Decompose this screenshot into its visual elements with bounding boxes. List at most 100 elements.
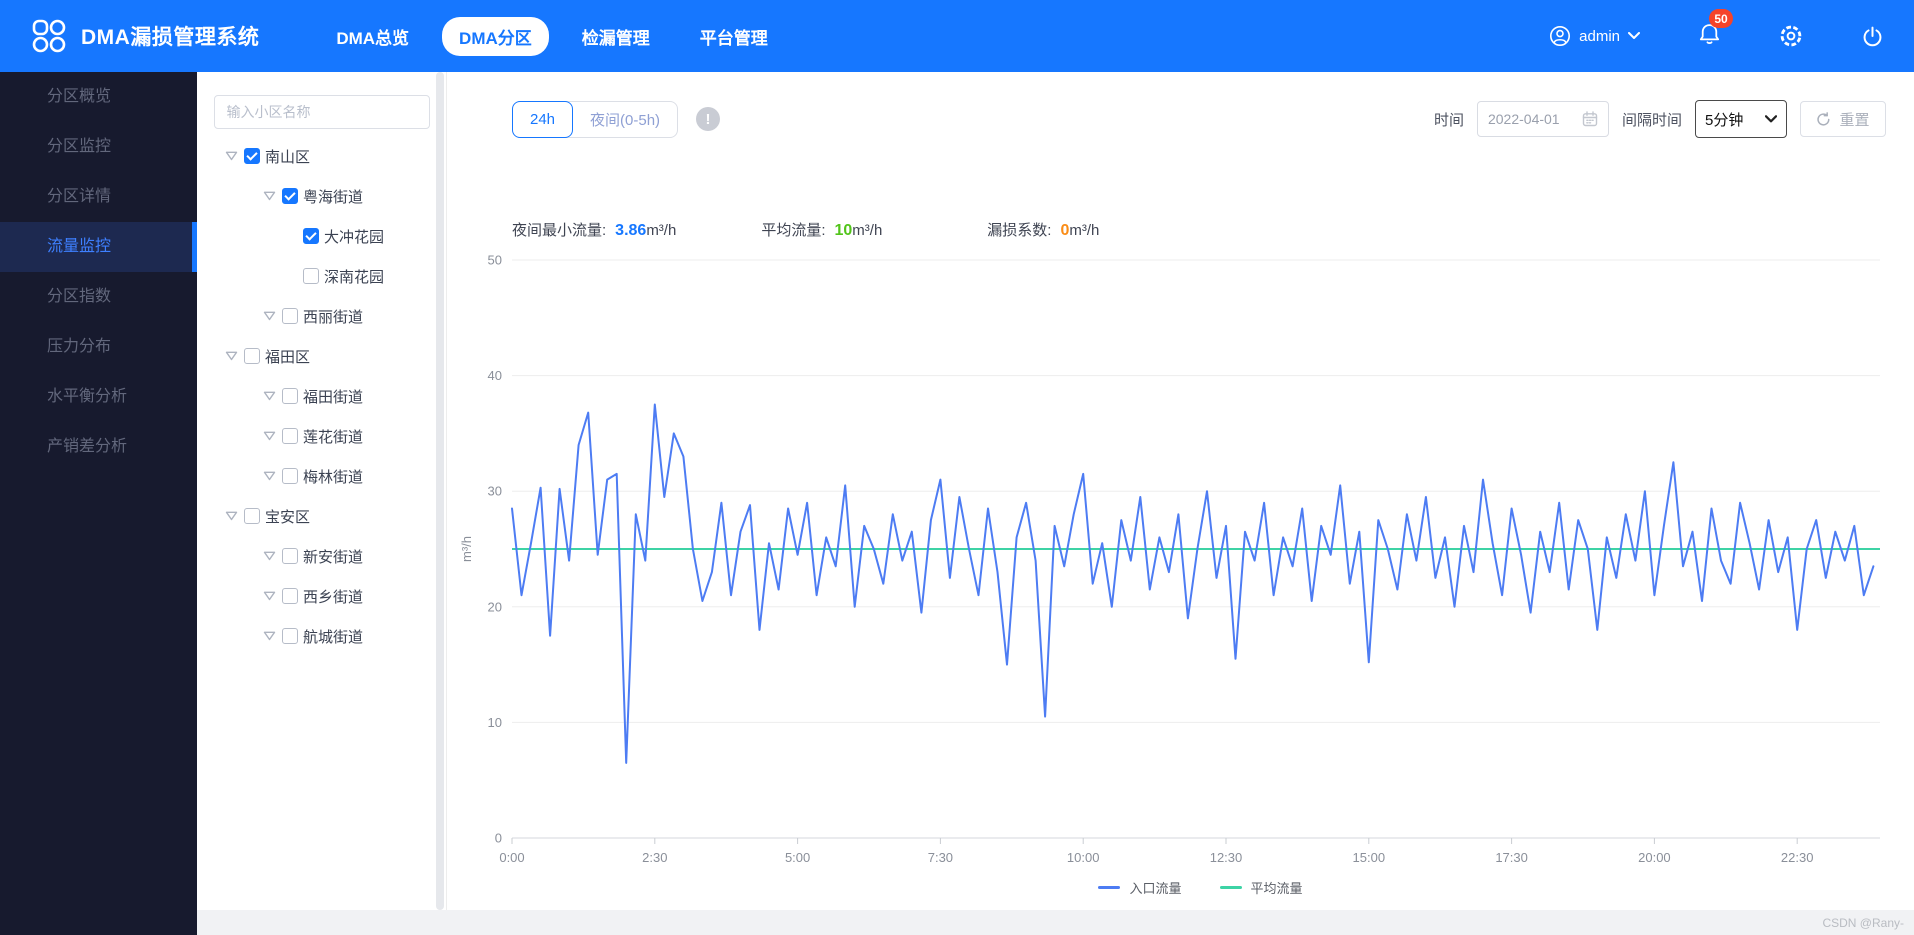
legend-item-1[interactable]: 平均流量: [1219, 878, 1303, 897]
user-menu[interactable]: admin: [1549, 25, 1640, 47]
date-picker[interactable]: [1476, 101, 1609, 137]
tree-checkbox[interactable]: [282, 428, 298, 444]
expander-icon[interactable]: [225, 151, 238, 161]
reset-button[interactable]: 重置: [1800, 101, 1886, 137]
district-tree: 南山区粤海街道大冲花园深南花园西丽街道福田区福田街道莲花街道梅林街道宝安区新安街…: [197, 136, 446, 656]
tree-node-label[interactable]: 福田区: [265, 346, 310, 367]
tree-checkbox[interactable]: [244, 348, 260, 364]
legend-item-0[interactable]: 入口流量: [1098, 878, 1182, 897]
legend-swatch: [1219, 886, 1242, 889]
tree-node-label[interactable]: 大冲花园: [324, 226, 384, 247]
svg-text:10:00: 10:00: [1067, 850, 1100, 865]
tree-checkbox[interactable]: [244, 148, 260, 164]
svg-text:20:00: 20:00: [1638, 850, 1671, 865]
gear-icon: [1780, 25, 1802, 47]
nav-item-3[interactable]: 平台管理: [683, 17, 785, 56]
tree-node-label[interactable]: 西乡街道: [303, 586, 363, 607]
notification-badge: 50: [1709, 9, 1733, 28]
svg-text:15:00: 15:00: [1353, 850, 1386, 865]
tree-checkbox[interactable]: [282, 308, 298, 324]
expander-icon[interactable]: [263, 471, 276, 481]
tree-node-label[interactable]: 莲花街道: [303, 426, 363, 447]
tree-node-6: 福田街道: [197, 376, 446, 416]
nav-item-1[interactable]: DMA分区: [442, 16, 549, 56]
tree-node-label[interactable]: 西丽街道: [303, 306, 363, 327]
tree-checkbox[interactable]: [282, 548, 298, 564]
expander-icon[interactable]: [263, 391, 276, 401]
app-title: DMA漏损管理系统: [81, 26, 260, 49]
expander-icon[interactable]: [263, 591, 276, 601]
search-input[interactable]: [213, 95, 430, 129]
interval-select[interactable]: 5分钟: [1695, 100, 1787, 138]
stats-row: 夜间最小流量: 3.86 m³/h 平均流量: 10 m³/h 漏损系数: 0 m³/h: [512, 218, 1914, 240]
svg-text:22:30: 22:30: [1781, 850, 1814, 865]
expander-icon[interactable]: [263, 311, 276, 321]
tree-checkbox[interactable]: [282, 188, 298, 204]
tree-node-label[interactable]: 宝安区: [265, 506, 310, 527]
expander-icon[interactable]: [263, 551, 276, 561]
expander-icon[interactable]: [263, 631, 276, 641]
notifications-button[interactable]: 50: [1698, 9, 1733, 50]
sidebar-item-3[interactable]: 流量监控: [0, 222, 197, 272]
tree-node-label[interactable]: 航城街道: [303, 626, 363, 647]
logout-button[interactable]: [1861, 25, 1884, 48]
sidebar-item-4[interactable]: 分区指数: [0, 272, 197, 322]
reset-label: 重置: [1839, 111, 1870, 129]
sidebar-item-1[interactable]: 分区监控: [0, 122, 197, 172]
svg-text:m³/h: m³/h: [459, 536, 474, 562]
interval-label: 间隔时间: [1621, 111, 1682, 129]
nav-item-2[interactable]: 检漏管理: [565, 17, 667, 56]
svg-text:0:00: 0:00: [499, 850, 524, 865]
svg-text:7:30: 7:30: [928, 850, 953, 865]
watermark: CSDN @Rany-: [1822, 915, 1904, 930]
stat-unit: m³/h: [646, 221, 677, 239]
sidebar-item-7[interactable]: 产销差分析: [0, 422, 197, 472]
svg-text:20: 20: [488, 599, 502, 614]
tree-checkbox[interactable]: [303, 228, 319, 244]
tree-node-8: 梅林街道: [197, 456, 446, 496]
tree-checkbox[interactable]: [282, 388, 298, 404]
tree-node-3: 深南花园: [197, 256, 446, 296]
nav-item-0[interactable]: DMA总览: [319, 17, 426, 56]
app-logo-icon: [32, 19, 66, 53]
app-header: DMA漏损管理系统 DMA总览 DMA分区 检漏管理 平台管理 admin 50: [0, 0, 1914, 72]
tree-node-1: 粤海街道: [197, 176, 446, 216]
date-input[interactable]: [1487, 111, 1576, 127]
tree-node-label[interactable]: 粤海街道: [303, 186, 363, 207]
svg-text:50: 50: [488, 253, 502, 268]
expander-icon[interactable]: [263, 191, 276, 201]
tree-node-9: 宝安区: [197, 496, 446, 536]
tree-checkbox[interactable]: [282, 588, 298, 604]
refresh-icon: [1817, 111, 1830, 125]
tree-node-11: 西乡街道: [197, 576, 446, 616]
tree-node-label[interactable]: 梅林街道: [303, 466, 363, 487]
info-icon[interactable]: !: [696, 107, 721, 131]
tree-node-12: 航城街道: [197, 616, 446, 656]
expander-icon[interactable]: [225, 511, 238, 521]
tree-scrollbar[interactable]: [436, 72, 444, 910]
tree-node-label[interactable]: 新安街道: [303, 546, 363, 567]
expander-icon[interactable]: [225, 351, 238, 361]
tree-node-label[interactable]: 南山区: [265, 146, 310, 167]
tree-checkbox[interactable]: [282, 468, 298, 484]
stat-value: 3.86: [615, 221, 647, 239]
tree-node-label[interactable]: 深南花园: [324, 266, 384, 287]
line-chart-canvas[interactable]: 0 10 20 30 40 50 0:00 2:30 5:00 7:30 10:00 12:30 15:…: [447, 238, 1902, 874]
svg-text:0: 0: [495, 831, 502, 846]
sidebar-item-2[interactable]: 分区详情: [0, 172, 197, 222]
svg-text:12:30: 12:30: [1210, 850, 1243, 865]
tree-node-label[interactable]: 福田街道: [303, 386, 363, 407]
tab-24h[interactable]: 24h: [512, 100, 574, 138]
sidebar-item-0[interactable]: 分区概览: [0, 72, 197, 122]
expander-icon[interactable]: [263, 431, 276, 441]
tree-node-2: 大冲花园: [197, 216, 446, 256]
tree-checkbox[interactable]: [282, 628, 298, 644]
tree-checkbox[interactable]: [244, 508, 260, 524]
tab-night[interactable]: 夜间(0-5h): [563, 100, 679, 138]
settings-button[interactable]: [1779, 24, 1803, 48]
header-right: admin 50: [1549, 9, 1884, 50]
sidebar-item-5[interactable]: 压力分布: [0, 322, 197, 372]
interval-select-value: 5分钟: [1705, 111, 1744, 129]
tree-checkbox[interactable]: [303, 268, 319, 284]
sidebar-item-6[interactable]: 水平衡分析: [0, 372, 197, 422]
